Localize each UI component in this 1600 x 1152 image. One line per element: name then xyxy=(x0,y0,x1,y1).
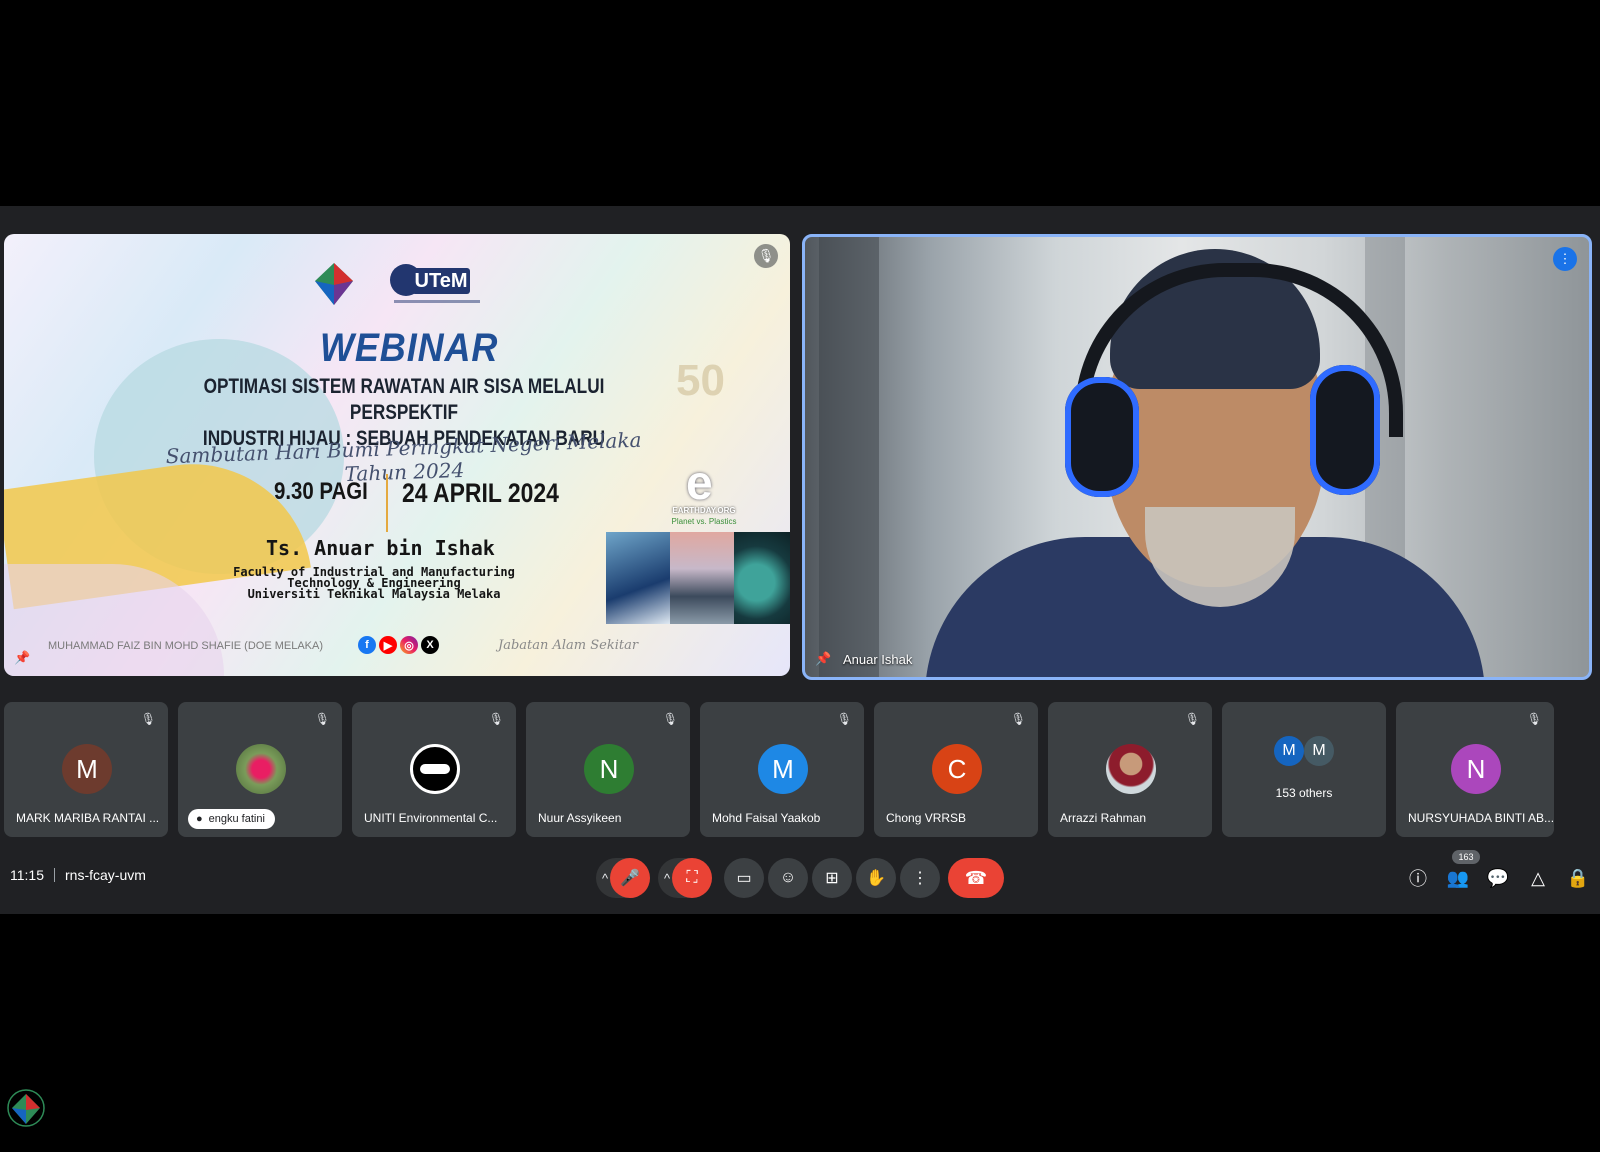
participant-name: engku fatini xyxy=(208,813,265,825)
utem-logo-underline xyxy=(394,300,480,303)
poster-divider xyxy=(386,474,388,532)
doe-logo-icon xyxy=(315,263,353,305)
doe-watermark-icon xyxy=(7,1089,45,1127)
hang-up-icon[interactable]: ☎ xyxy=(948,858,1004,898)
earthday-tagline: Planet vs. Plastics xyxy=(671,517,737,526)
participant-tile[interactable]: 🎙 N Nuur Assyikeen xyxy=(526,702,690,837)
meet-window: UTeM WEBINAR OPTIMASI SISTEM RAWATAN AIR… xyxy=(0,206,1600,914)
poster-faculty-line: Universiti Teknikal Malaysia Melaka xyxy=(247,587,501,601)
participant-tile[interactable]: 🎙 C Chong VRRSB xyxy=(874,702,1038,837)
meeting-code: rns-fcay-uvm xyxy=(65,867,146,883)
participant-strip: 🎙 M MARK MARIBA RANTAI ... 🎙 ● engku fat… xyxy=(4,702,1596,837)
avatar xyxy=(1106,744,1156,794)
earthday-logo-mark: e xyxy=(686,457,713,510)
participant-name: Mohd Faisal Yaakob xyxy=(712,811,821,825)
active-speaker-tile[interactable]: ⋮ 📌 Anuar Ishak xyxy=(802,234,1592,680)
youtube-icon: ▶ xyxy=(379,636,397,654)
mic-off-icon: 🎙 xyxy=(1010,712,1026,726)
avatar xyxy=(410,744,460,794)
raise-hand-icon[interactable]: ✋ xyxy=(856,858,896,898)
utem-logo-text: UTeM xyxy=(412,268,470,294)
participant-tile[interactable]: 🎙 M MARK MARIBA RANTAI ... xyxy=(4,702,168,837)
mic-off-icon: 🎙 xyxy=(140,712,156,726)
uniti-logo-icon xyxy=(420,764,450,774)
poster-title-line: OPTIMASI SISTEM RAWATAN AIR SISA MELALUI… xyxy=(203,375,605,424)
side-panel-buttons: ⓘ 👥 💬 △ 🔒 xyxy=(1400,860,1600,896)
poster-speaker: Ts. Anuar bin Ishak xyxy=(266,536,495,560)
x-icon: X xyxy=(421,636,439,654)
captions-icon[interactable]: ▭ xyxy=(724,858,764,898)
speaker-name: Anuar Ishak xyxy=(843,652,913,667)
poster-photo xyxy=(734,532,790,624)
info-icon[interactable]: ⓘ xyxy=(1400,860,1436,896)
social-icons: f ▶ ◎ X xyxy=(358,636,439,654)
chat-icon[interactable]: 💬 xyxy=(1480,860,1516,896)
control-bar: 11:15 rns-fcay-uvm ^ 🎤 ^ ⛶ ▭ ☺ ⊞ ✋ ⋮ ☎ 16… xyxy=(0,842,1600,914)
pin-icon: ● xyxy=(196,813,203,825)
others-count: 153 others xyxy=(1275,786,1333,800)
avatar: M xyxy=(758,744,808,794)
mic-off-icon: 🎙 xyxy=(488,712,504,726)
avatar: M xyxy=(62,744,112,794)
activities-icon[interactable]: △ xyxy=(1520,860,1556,896)
instagram-icon: ◎ xyxy=(400,636,418,654)
poster-heading: WEBINAR xyxy=(320,326,499,370)
presenter-name: MUHAMMAD FAIZ BIN MOHD SHAFIE (DOE MELAK… xyxy=(48,640,324,652)
avatar: N xyxy=(584,744,634,794)
participant-tile[interactable]: 🎙 M Mohd Faisal Yaakob xyxy=(700,702,864,837)
earthday-name: EARTHDAY.ORG xyxy=(672,506,736,515)
mic-off-icon: 🎙 xyxy=(662,712,678,726)
participant-name: MARK MARIBA RANTAI ... xyxy=(16,811,160,825)
utem-logo: UTeM xyxy=(390,262,484,314)
avatar xyxy=(236,744,286,794)
participant-tile[interactable]: 🎙 Arrazzi Rahman xyxy=(1048,702,1212,837)
divider xyxy=(54,868,55,882)
headphone-left xyxy=(1065,377,1139,497)
present-icon[interactable]: ⊞ xyxy=(812,858,852,898)
anniversary-mark: 50 xyxy=(676,356,725,405)
more-icon[interactable]: ⋮ xyxy=(900,858,940,898)
poster-signature: Jabatan Alam Sekitar xyxy=(498,638,639,653)
participant-tile[interactable]: 🎙 UNITI Environmental C... xyxy=(352,702,516,837)
participant-name: NURSYUHADA BINTI AB... xyxy=(1408,811,1553,825)
participant-name: Chong VRRSB xyxy=(886,811,967,825)
poster-date: 24 APRIL 2024 xyxy=(402,478,559,508)
participant-name-pill: ● engku fatini xyxy=(188,809,275,829)
mic-off-icon[interactable]: 🎤 xyxy=(610,858,650,898)
mic-off-icon: 🎙 xyxy=(1526,712,1542,726)
background-blur xyxy=(819,237,879,677)
emoji-icon[interactable]: ☺ xyxy=(768,858,808,898)
mic-off-icon: 🎙 xyxy=(314,712,330,726)
people-icon[interactable]: 👥 xyxy=(1440,860,1476,896)
headphone-right xyxy=(1310,365,1380,495)
mic-off-icon: 🎙 xyxy=(1184,712,1200,726)
participant-name: Arrazzi Rahman xyxy=(1060,811,1147,825)
poster-photo xyxy=(670,532,734,624)
meeting-info: 11:15 rns-fcay-uvm xyxy=(10,867,146,883)
pin-icon[interactable]: 📌 xyxy=(14,650,30,666)
speaking-indicator-icon: ⋮ xyxy=(1553,247,1577,271)
participant-name: UNITI Environmental C... xyxy=(364,811,498,825)
camera-off-icon[interactable]: ⛶ xyxy=(672,858,712,898)
mic-off-icon: 🎙 xyxy=(754,244,778,268)
clock: 11:15 xyxy=(10,867,44,883)
facebook-icon: f xyxy=(358,636,376,654)
presentation-tile[interactable]: UTeM WEBINAR OPTIMASI SISTEM RAWATAN AIR… xyxy=(4,234,790,676)
host-controls-icon[interactable]: 🔒 xyxy=(1560,860,1596,896)
earthday-logo: e EARTHDAY.ORG Planet vs. Plastics xyxy=(664,457,744,526)
pin-icon[interactable]: 📌 xyxy=(815,651,831,667)
mic-off-icon: 🎙 xyxy=(836,712,852,726)
poster-time: 9.30 PAGI xyxy=(274,478,368,505)
participant-tile[interactable]: 🎙 ● engku fatini xyxy=(178,702,342,837)
avatar: M xyxy=(1274,736,1304,766)
avatar: M xyxy=(1304,736,1334,766)
others-tile[interactable]: M M 153 others xyxy=(1222,702,1386,837)
avatar: C xyxy=(932,744,982,794)
poster-faculty: Faculty of Industrial and Manufacturing … xyxy=(204,566,544,601)
participant-tile[interactable]: 🎙 N NURSYUHADA BINTI AB... xyxy=(1396,702,1554,837)
poster-photo xyxy=(606,532,670,624)
avatar: N xyxy=(1451,744,1501,794)
participant-name: Nuur Assyikeen xyxy=(538,811,622,825)
